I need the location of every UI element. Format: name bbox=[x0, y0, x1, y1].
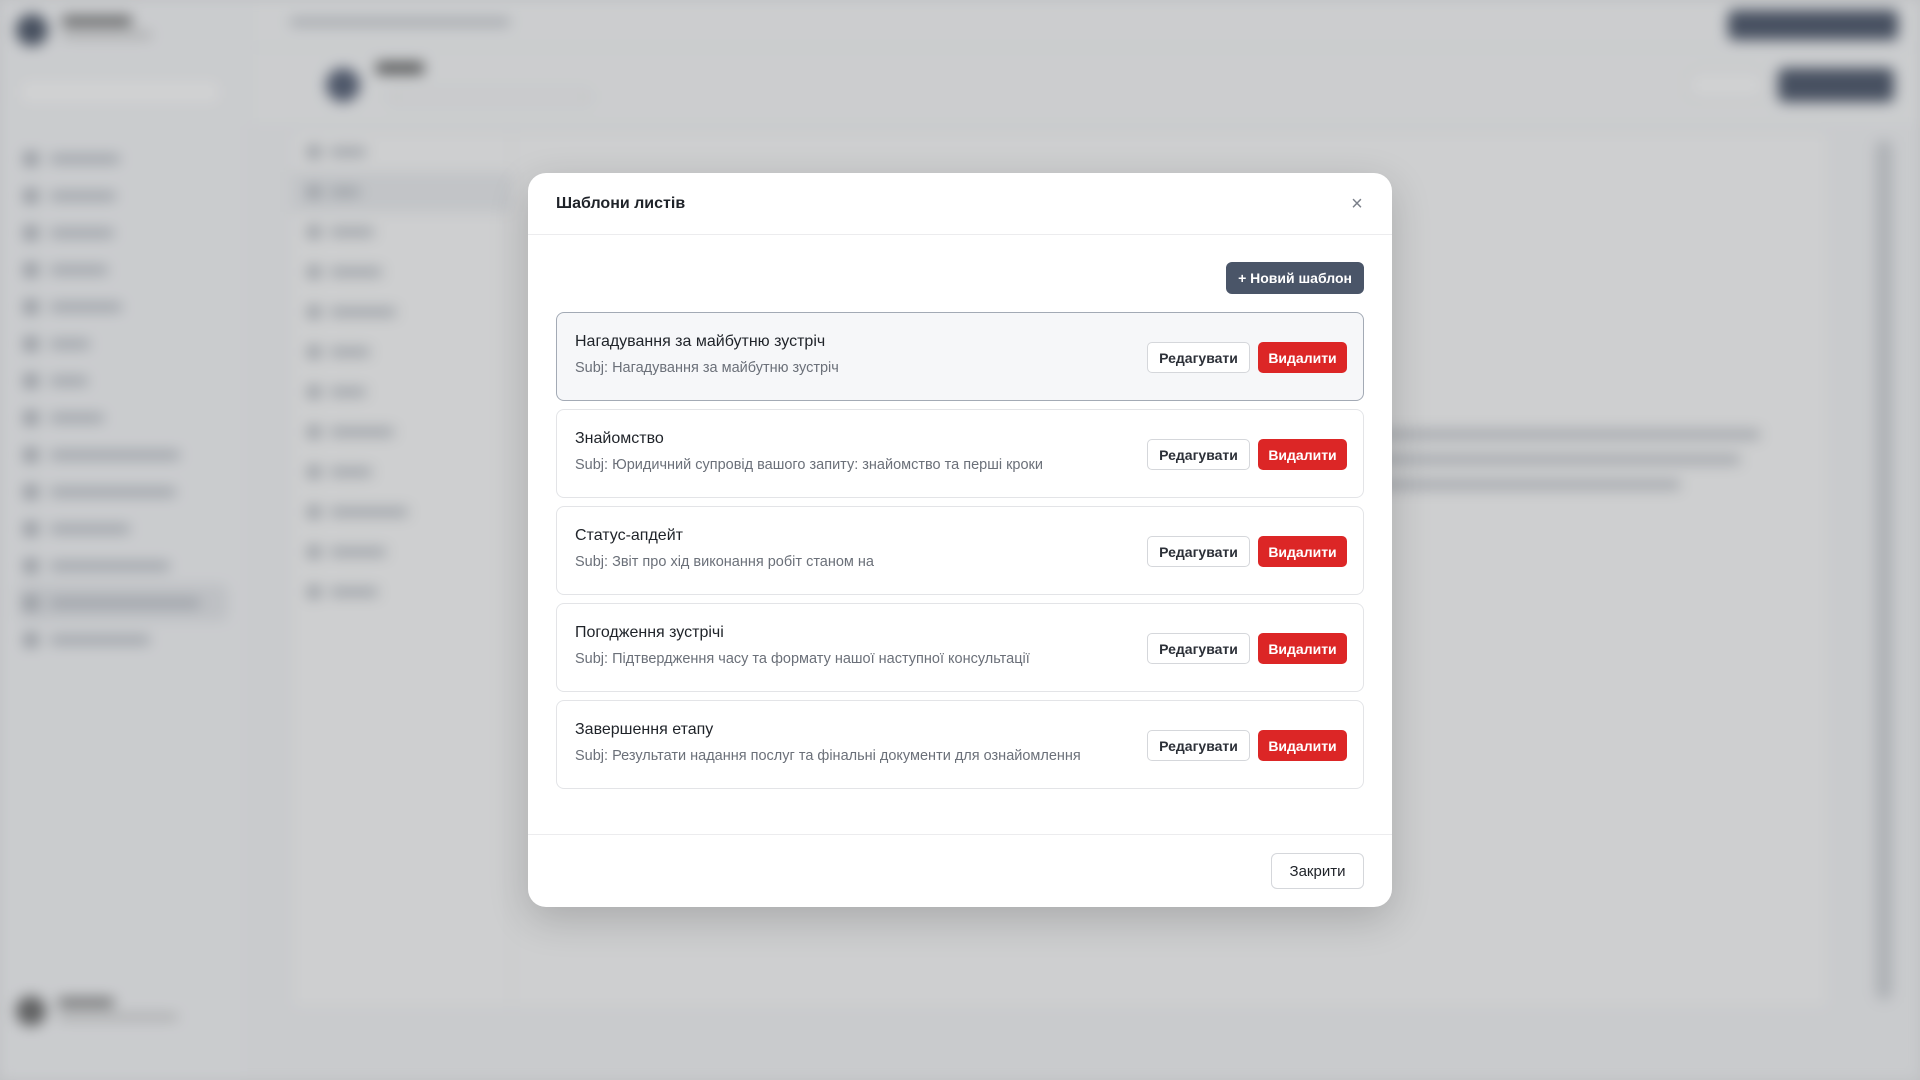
template-subject: Subj: Юридичний супровід вашого запиту: … bbox=[575, 457, 1044, 473]
template-item[interactable]: Завершення етапу Subj: Результати наданн… bbox=[556, 700, 1364, 789]
template-name: Завершення етапу bbox=[575, 721, 714, 738]
delete-button[interactable]: Видалити bbox=[1258, 439, 1347, 470]
new-template-button[interactable]: + Новий шаблон bbox=[1226, 262, 1364, 294]
close-button[interactable]: Закрити bbox=[1271, 853, 1364, 889]
delete-button[interactable]: Видалити bbox=[1258, 633, 1347, 664]
template-subject: Subj: Нагадування за майбутню зустріч bbox=[575, 360, 839, 376]
template-item[interactable]: Статус-апдейт Subj: Звіт про хід виконан… bbox=[556, 506, 1364, 595]
template-name: Нагадування за майбутню зустріч bbox=[575, 333, 826, 350]
edit-button[interactable]: Редагувати bbox=[1147, 342, 1250, 373]
template-name: Статус-апдейт bbox=[575, 527, 683, 544]
template-subject: Subj: Підтвердження часу та формату нашо… bbox=[575, 651, 1030, 667]
delete-button[interactable]: Видалити bbox=[1258, 342, 1347, 373]
delete-button[interactable]: Видалити bbox=[1258, 536, 1347, 567]
template-list: Нагадування за майбутню зустріч Subj: На… bbox=[556, 312, 1364, 797]
template-item[interactable]: Нагадування за майбутню зустріч Subj: На… bbox=[556, 312, 1364, 401]
template-name: Знайомство bbox=[575, 430, 664, 447]
edit-button[interactable]: Редагувати bbox=[1147, 633, 1250, 664]
template-name: Погодження зустрічі bbox=[575, 624, 724, 641]
templates-dialog: Шаблони листів × + Новий шаблон Нагадува… bbox=[528, 173, 1392, 907]
close-icon[interactable]: × bbox=[1346, 193, 1368, 215]
edit-button[interactable]: Редагувати bbox=[1147, 536, 1250, 567]
dialog-header: Шаблони листів × bbox=[528, 173, 1392, 235]
edit-button[interactable]: Редагувати bbox=[1147, 730, 1250, 761]
template-subject: Subj: Результати надання послуг та фінал… bbox=[575, 748, 1081, 764]
dialog-footer: Закрити bbox=[528, 834, 1392, 907]
edit-button[interactable]: Редагувати bbox=[1147, 439, 1250, 470]
template-item[interactable]: Знайомство Subj: Юридичний супровід вашо… bbox=[556, 409, 1364, 498]
dialog-title: Шаблони листів bbox=[556, 194, 686, 212]
delete-button[interactable]: Видалити bbox=[1258, 730, 1347, 761]
template-subject: Subj: Звіт про хід виконання робіт стано… bbox=[575, 554, 874, 570]
template-item[interactable]: Погодження зустрічі Subj: Підтвердження … bbox=[556, 603, 1364, 692]
